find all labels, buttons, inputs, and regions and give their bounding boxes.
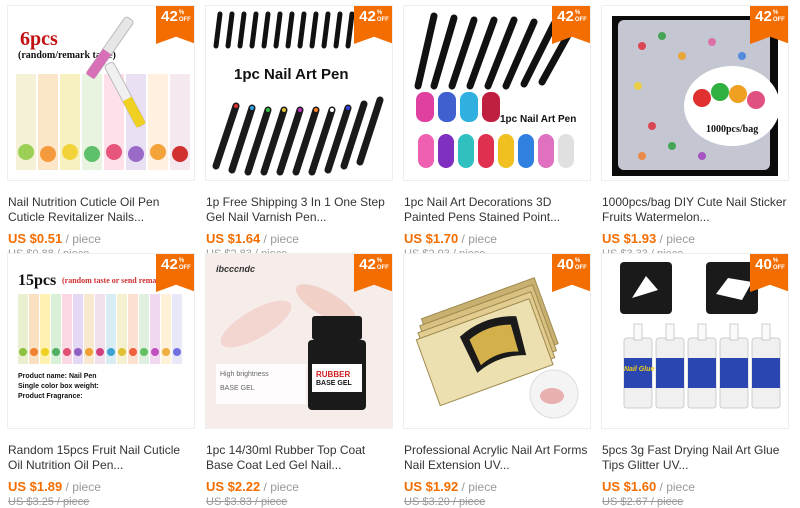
product-image[interactable]: 42 % OFF 1pc Nail Art Pen: [403, 5, 591, 181]
product-image[interactable]: 40 % OFF: [601, 253, 789, 429]
product-price: US $2.22 / piece: [206, 479, 394, 494]
discount-value: 42: [161, 256, 178, 273]
discount-value: 40: [755, 256, 772, 273]
bottle-sublabel: BASE GEL: [316, 380, 352, 387]
percent-sign: %: [574, 258, 581, 264]
product-card[interactable]: 42 % OFF 15pcs (random taste or send rema…: [6, 253, 196, 508]
product-title[interactable]: 1p Free Shipping 3 In 1 One Step Gel Nai…: [206, 195, 394, 225]
off-label: OFF: [772, 265, 785, 271]
current-price: US $0.51: [8, 231, 63, 246]
original-price: US $3.20 / piece: [404, 496, 486, 508]
percent-sign: %: [574, 10, 581, 16]
off-label: OFF: [772, 17, 785, 23]
product-image[interactable]: 42 % OFF 1pc Nail Art Pen: [205, 5, 393, 181]
product-price: US $1.92 / piece: [404, 479, 592, 494]
product-title[interactable]: 1000pcs/bag DIY Cute Nail Sticker Fruits…: [602, 195, 790, 225]
current-price: US $1.92: [404, 479, 459, 494]
discount-value: 42: [161, 8, 178, 25]
product-image[interactable]: 42 % OFF 1000pcs/bag: [601, 5, 789, 181]
image-caption: 1pc Nail Art Pen: [500, 114, 577, 125]
product-image[interactable]: 42 % OFF 6pcs (random/remark taste): [7, 5, 195, 181]
price-unit: / piece: [65, 232, 101, 246]
bottle-label: RUBBER: [316, 370, 351, 379]
product-card[interactable]: 40 % OFF Professional Acrylic Nail Art Fo…: [402, 253, 592, 508]
original-price: US $3.25 / piece: [8, 496, 90, 508]
price-unit: / piece: [659, 232, 695, 246]
product-title[interactable]: 1pc 14/30ml Rubber Top Coat Base Coat Le…: [206, 443, 394, 473]
product-info-lines: Product name: Nail Pen Single color box …: [18, 372, 99, 402]
price-unit: / piece: [65, 480, 101, 494]
off-label: OFF: [574, 17, 587, 23]
image-info: High brightness BASE GEL: [220, 368, 269, 396]
bottle-label: Nail Glue: [624, 366, 655, 373]
percent-sign: %: [772, 10, 779, 16]
info-line: BASE GEL: [220, 385, 255, 392]
info-line: Single color box weight:: [18, 383, 99, 390]
image-caption: 1000pcs/bag: [706, 124, 759, 135]
percent-sign: %: [376, 258, 383, 264]
off-label: OFF: [376, 265, 389, 271]
product-title[interactable]: Nail Nutrition Cuticle Oil Pen Cuticle R…: [8, 195, 196, 225]
discount-value: 42: [557, 8, 574, 25]
product-card[interactable]: 42 % OFF: [204, 5, 394, 260]
discount-value: 42: [359, 256, 376, 273]
price-unit: / piece: [461, 480, 497, 494]
product-price: US $0.51 / piece: [8, 231, 196, 246]
current-price: US $1.93: [602, 231, 657, 246]
off-label: OFF: [178, 265, 191, 271]
product-image[interactable]: 40 % OFF: [403, 253, 591, 429]
product-title[interactable]: 5pcs 3g Fast Drying Nail Art Glue Tips G…: [602, 443, 790, 473]
product-price: US $1.70 / piece: [404, 231, 592, 246]
discount-value: 42: [755, 8, 772, 25]
product-title[interactable]: 1pc Nail Art Decorations 3D Painted Pens…: [404, 195, 592, 225]
product-price: US $1.89 / piece: [8, 479, 196, 494]
product-card[interactable]: 40 % OFF Nail Glue 5pcs 3g Fast Drying N…: [600, 253, 790, 508]
current-price: US $1.64: [206, 231, 261, 246]
off-label: OFF: [178, 17, 191, 23]
percent-sign: %: [772, 258, 779, 264]
product-card[interactable]: 42 % OFF 1000pcs/bag 1000pcs/bag DIY Cut…: [600, 5, 790, 260]
info-line: High brightness: [220, 371, 269, 378]
info-line: Product name: Nail Pen: [18, 373, 97, 380]
current-price: US $1.60: [602, 479, 657, 494]
off-label: OFF: [574, 265, 587, 271]
price-unit: / piece: [659, 480, 695, 494]
percent-sign: %: [178, 10, 185, 16]
original-price: US $3.83 / piece: [206, 496, 288, 508]
product-price: US $1.64 / piece: [206, 231, 394, 246]
current-price: US $1.70: [404, 231, 459, 246]
product-price: US $1.60 / piece: [602, 479, 790, 494]
info-line: Product Fragrance:: [18, 393, 83, 400]
price-unit: / piece: [461, 232, 497, 246]
off-label: OFF: [376, 17, 389, 23]
current-price: US $2.22: [206, 479, 261, 494]
product-card[interactable]: 42 % OFF: [402, 5, 592, 260]
product-title[interactable]: Professional Acrylic Nail Art Forms Nail…: [404, 443, 592, 473]
percent-sign: %: [178, 258, 185, 264]
product-card[interactable]: 42 % OFF 6pcs (random/remark taste) Nail…: [6, 5, 196, 260]
product-title[interactable]: Random 15pcs Fruit Nail Cuticle Oil Nutr…: [8, 443, 196, 473]
percent-sign: %: [376, 10, 383, 16]
product-image[interactable]: 42 % OFF 15pcs (random taste or send rema…: [7, 253, 195, 429]
discount-value: 42: [359, 8, 376, 25]
discount-value: 40: [557, 256, 574, 273]
product-grid: 42 % OFF 6pcs (random/remark taste) Nail…: [0, 0, 800, 508]
current-price: US $1.89: [8, 479, 63, 494]
image-caption: 1pc Nail Art Pen: [234, 66, 349, 83]
original-price: US $2.67 / piece: [602, 496, 684, 508]
product-image[interactable]: 42 % OFF ibcccndc RUBBER BASE GEL High br…: [205, 253, 393, 429]
price-unit: / piece: [263, 232, 299, 246]
product-price: US $1.93 / piece: [602, 231, 790, 246]
price-unit: / piece: [263, 480, 299, 494]
product-card[interactable]: 42 % OFF ibcccndc RUBBER BASE GEL High br…: [204, 253, 394, 508]
